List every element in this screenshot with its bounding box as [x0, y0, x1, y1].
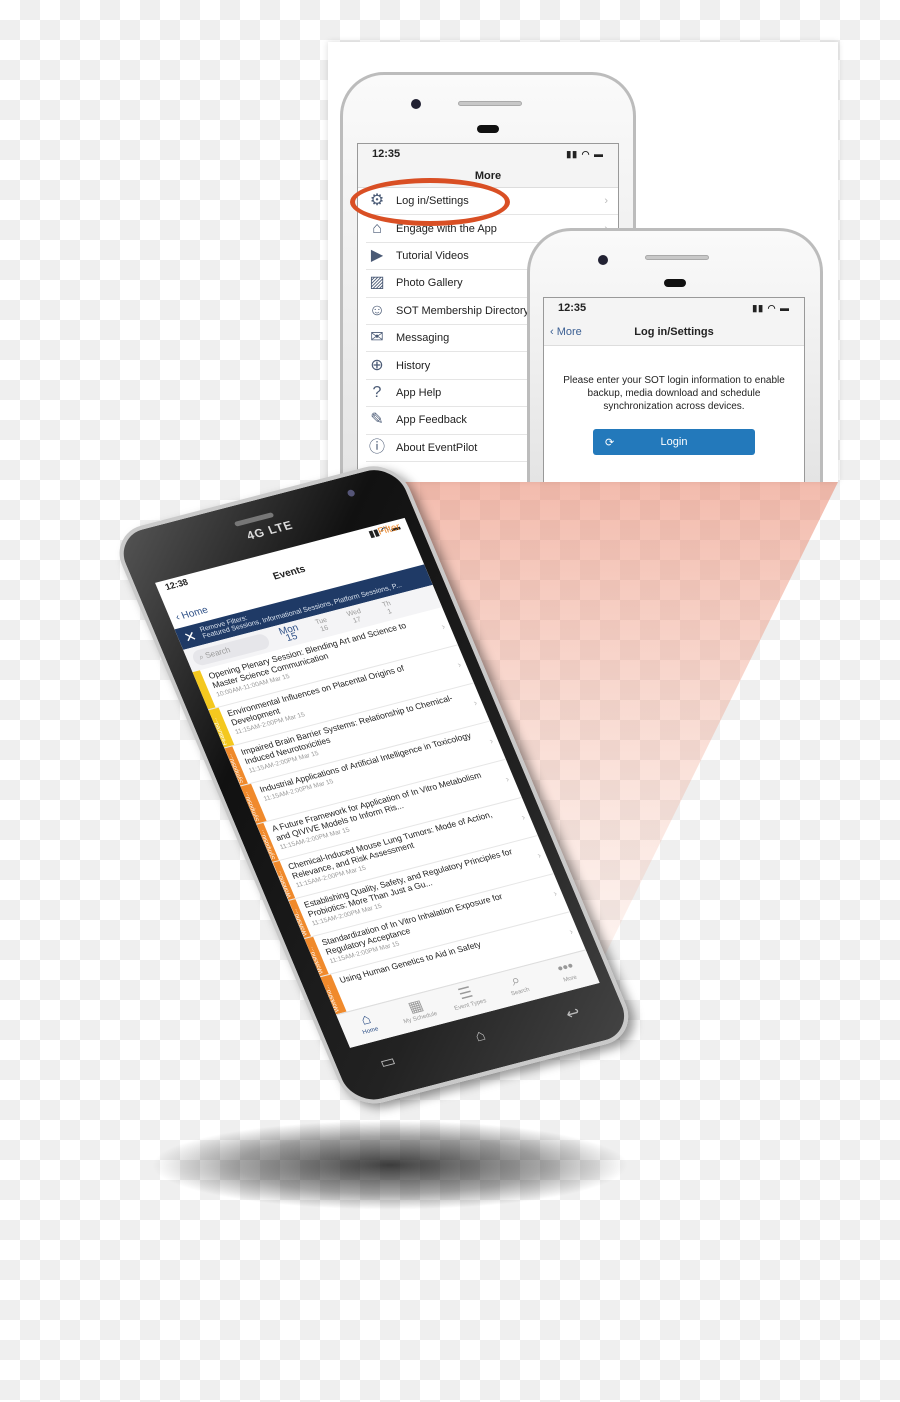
menu-item-label: About EventPilot: [396, 441, 478, 454]
camera: [411, 99, 421, 109]
status-bar: 12:35 ▮▮ ◠ ▬: [544, 298, 804, 318]
login-message: Please enter your SOT login information …: [563, 375, 785, 412]
back-nav-icon[interactable]: ↩: [563, 1003, 584, 1025]
chat-icon: ✉: [370, 329, 384, 347]
menu-item-label: Tutorial Videos: [396, 249, 469, 262]
sensor: [477, 125, 499, 133]
people-icon: ☺: [368, 301, 386, 319]
nav-title: Log in/Settings: [634, 325, 714, 338]
nav-bar: ‹ More Log in/Settings: [544, 318, 804, 346]
iphone-login: 12:35 ▮▮ ◠ ▬ ‹ More Log in/Settings Pleas…: [527, 228, 823, 482]
signal-wifi-battery-icon: ▮▮ ◠ ▬: [566, 148, 604, 159]
history-icon: ⊕: [370, 356, 384, 374]
login-button[interactable]: ⟳ Login: [593, 429, 755, 455]
speaker: [645, 255, 709, 260]
speaker: [458, 101, 522, 106]
home-nav-icon[interactable]: ⌂: [472, 1027, 489, 1048]
chevron-right-icon: ›: [604, 195, 608, 208]
image-icon: ▨: [369, 274, 385, 292]
info-icon: ⓘ: [368, 438, 385, 456]
camera: [598, 255, 608, 265]
menu-item-label: Photo Gallery: [396, 277, 463, 290]
highlight-oval: [350, 178, 510, 226]
signal-wifi-battery-icon: ▮▮ ◠ ▬: [752, 302, 790, 313]
back-more-button[interactable]: ‹ More: [550, 326, 582, 338]
camera: [346, 488, 356, 498]
event-list: Opening Plenary Session: Blending Art an…: [192, 607, 586, 1016]
refresh-icon: ⟳: [605, 436, 615, 449]
menu-item-label: Messaging: [396, 332, 450, 345]
time: 12:35: [372, 148, 401, 160]
back-label: More: [556, 325, 582, 338]
login-label: Login: [660, 436, 688, 448]
search-placeholder: Search: [203, 645, 232, 661]
time: 12:35: [558, 302, 587, 314]
status-bar: 12:35 ▮▮ ◠ ▬: [358, 144, 618, 164]
chevron-right-icon: ›: [567, 926, 575, 937]
recent-apps-icon[interactable]: ▭: [377, 1051, 399, 1073]
menu-item-label: History: [396, 359, 431, 372]
close-icon[interactable]: ✕: [181, 627, 199, 646]
help-icon: ?: [372, 383, 382, 401]
page-title: Events: [271, 563, 308, 582]
sensor: [664, 279, 686, 287]
login-screen: 12:35 ▮▮ ◠ ▬ ‹ More Log in/Settings Pleas…: [543, 297, 805, 482]
events-screen: 12:38 ▮▮ ◠ ▬ Events Filter ‹ Home ✕ Remov…: [155, 517, 600, 1048]
menu-item-label: App Help: [396, 386, 442, 399]
film-icon: ▶: [370, 246, 384, 264]
phone-shadow: [150, 1120, 630, 1210]
android-phone: 4G LTE 12:38 ▮▮ ◠ ▬ Events Filter ‹ Home …: [109, 459, 639, 1111]
menu-item-label: App Feedback: [396, 414, 467, 427]
menu-item-label: SOT Membership Directory: [396, 304, 530, 317]
pencil-icon: ✎: [370, 411, 384, 429]
